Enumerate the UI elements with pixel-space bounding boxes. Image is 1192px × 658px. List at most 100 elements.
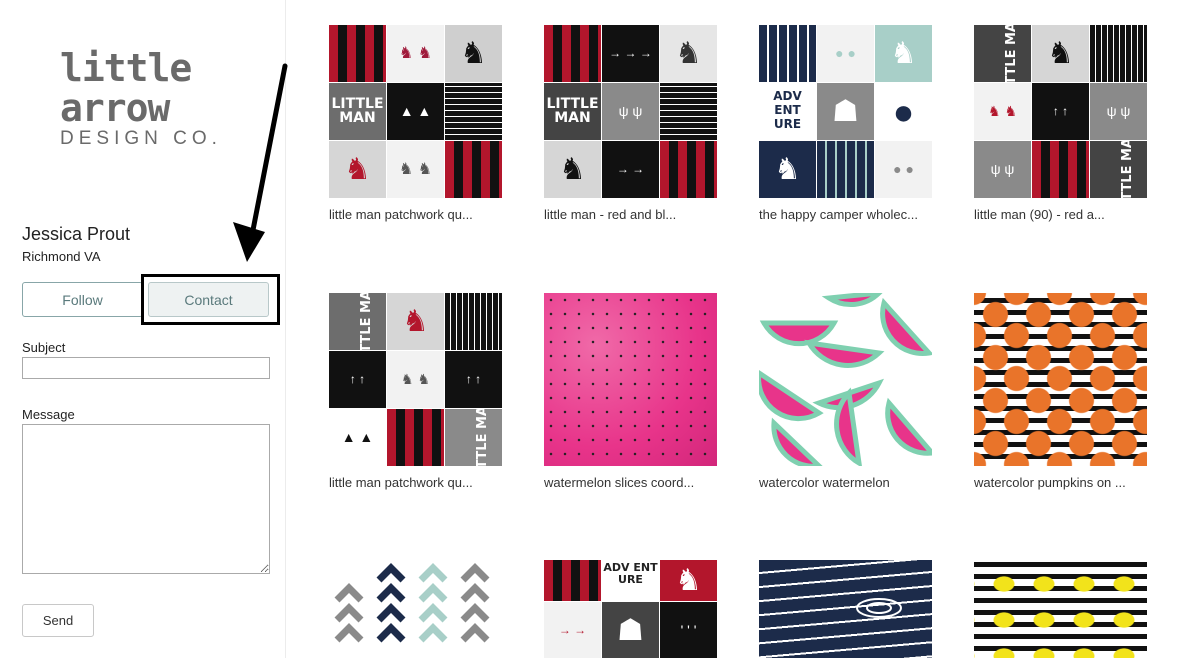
design-card[interactable]: ♞ ♞ ♞ LITTLE MAN ▲ ▲ ♞ ♞ ♞ little man pa… xyxy=(329,25,502,222)
follow-button[interactable]: Follow xyxy=(22,282,143,317)
woodgrain-tile xyxy=(445,83,502,140)
design-card[interactable]: LITTLE MAN ♞ ♞ ♞ ↑ ↑ ψ ψ ψ ψ LITTLE MAN … xyxy=(974,25,1147,222)
little-man-vertical-tile: LITTLE MAN xyxy=(974,25,1031,82)
navy-plaid-tile xyxy=(759,25,816,82)
bear-icon: ● ● xyxy=(893,161,914,177)
profile-sidebar: little arrow DESIGN CO. Jessica Prout Ri… xyxy=(0,0,288,658)
bear-pattern-tile: ● ● xyxy=(817,25,874,82)
antler-icon: ψ ψ xyxy=(990,161,1015,177)
badge-tile: ● xyxy=(875,83,932,140)
little-man-text: LITTLE MAN xyxy=(358,293,374,350)
woodgrain-knot-icon xyxy=(856,598,902,618)
arrow-icon: → → xyxy=(558,623,587,637)
watermelon-slices-icon xyxy=(759,293,932,466)
buffalo-check-tile xyxy=(387,409,444,466)
little-man-tile: LITTLE MAN xyxy=(544,83,601,140)
design-thumbnail[interactable] xyxy=(759,293,932,466)
design-title[interactable]: watermelon slices coord... xyxy=(544,475,717,490)
design-thumbnail[interactable]: → → → ♞ LITTLE MAN ψ ψ ♞ → → xyxy=(544,25,717,198)
annotation-highlight-box xyxy=(141,274,280,325)
logo-main-text: little arrow xyxy=(60,46,192,130)
little-man-vertical-tile: LITTLE MAN xyxy=(445,409,502,466)
page: little arrow DESIGN CO. Jessica Prout Ri… xyxy=(0,0,1192,658)
message-label: Message xyxy=(22,407,75,422)
deer-tile: ♞ xyxy=(1032,25,1089,82)
designer-name: Jessica Prout xyxy=(22,224,131,244)
woodgrain-tile xyxy=(1090,25,1147,82)
moose-icon: ♞ xyxy=(675,564,702,597)
design-card[interactable]: watercolor watermelon xyxy=(759,293,932,490)
design-title[interactable]: little man (90) - red a... xyxy=(974,207,1147,222)
deer-icon: ♞ xyxy=(675,37,702,70)
deer-tile: ♞ xyxy=(544,141,601,198)
design-title[interactable]: the happy camper wholec... xyxy=(759,207,932,222)
adventure-text: ADV ENT URE xyxy=(773,89,802,131)
buffalo-check-tile xyxy=(1032,141,1089,198)
designer-location: Richmond VA xyxy=(22,249,101,264)
design-card[interactable]: ADV ENT URE ♞ → → ☗ ' ' ' xyxy=(544,560,717,658)
arrow-icon: ↑ ↑ xyxy=(465,372,482,386)
design-card[interactable]: LITTLE MAN ♞ ↑ ↑ ♞ ♞ ↑ ↑ ▲ ▲ LITTLE MAN … xyxy=(329,293,502,490)
design-thumbnail[interactable]: LITTLE MAN ♞ ↑ ↑ ♞ ♞ ↑ ↑ ▲ ▲ LITTLE MAN xyxy=(329,293,502,466)
design-thumbnail[interactable]: ● ● ♞ ADV ENT URE ☗ ● ♞ ● ● xyxy=(759,25,932,198)
seed-pattern xyxy=(544,293,717,466)
design-card[interactable]: → → → ♞ LITTLE MAN ψ ψ ♞ → → little man … xyxy=(544,25,717,222)
design-card[interactable]: watercolor pumpkins on ... xyxy=(974,293,1147,490)
little-man-text: LITTLE MAN xyxy=(1003,25,1019,82)
design-thumbnail[interactable] xyxy=(759,560,932,658)
design-title[interactable]: little man patchwork qu... xyxy=(329,207,502,222)
design-title[interactable]: watercolor watermelon xyxy=(759,475,932,490)
arrow-pattern-tile: → → xyxy=(602,141,659,198)
moose-icon: ♞ ♞ xyxy=(988,103,1017,119)
design-thumbnail[interactable]: LITTLE MAN ♞ ♞ ♞ ↑ ↑ ψ ψ ψ ψ LITTLE MAN xyxy=(974,25,1147,198)
feather-arrows-icon xyxy=(334,563,490,643)
tree-pattern-tile: ▲ ▲ xyxy=(387,83,444,140)
design-title[interactable]: watercolor pumpkins on ... xyxy=(974,475,1147,490)
deer-tile: ♞ xyxy=(660,25,717,82)
design-thumbnail[interactable] xyxy=(974,560,1147,658)
design-thumbnail[interactable] xyxy=(329,560,502,658)
design-card[interactable]: ● ● ♞ ADV ENT URE ☗ ● ♞ ● ● the happy ca… xyxy=(759,25,932,222)
design-card[interactable]: watermelon slices coord... xyxy=(544,293,717,490)
design-thumbnail[interactable] xyxy=(544,293,717,466)
deer-icon: ♞ xyxy=(559,153,586,186)
design-title[interactable]: little man patchwork qu... xyxy=(329,475,502,490)
moose-plaid-tile: ♞ xyxy=(387,293,444,350)
antler-tile: ψ ψ xyxy=(602,83,659,140)
bear-pattern-tile: ● ● xyxy=(875,141,932,198)
design-thumbnail[interactable]: ♞ ♞ ♞ LITTLE MAN ▲ ▲ ♞ ♞ ♞ xyxy=(329,25,502,198)
tree-icon: ▲ ▲ xyxy=(399,103,432,119)
moose-icon: ♞ xyxy=(344,153,371,186)
buffalo-check-tile xyxy=(329,25,386,82)
little-man-vertical-tile: LITTLE MAN xyxy=(1090,141,1147,198)
message-textarea[interactable] xyxy=(22,424,270,574)
antler-tile: ψ ψ xyxy=(1090,83,1147,140)
send-button[interactable]: Send xyxy=(22,604,94,637)
moose-pattern-tile: ♞ ♞ xyxy=(387,25,444,82)
design-title[interactable]: little man - red and bl... xyxy=(544,207,717,222)
design-thumbnail[interactable]: ADV ENT URE ♞ → → ☗ ' ' ' xyxy=(544,560,717,658)
design-card[interactable] xyxy=(329,560,502,658)
design-card[interactable] xyxy=(759,560,932,658)
lemon-pattern xyxy=(974,560,1147,658)
moose-icon: ♞ xyxy=(774,153,801,186)
design-thumbnail[interactable] xyxy=(974,293,1147,466)
badge-tile: ' ' ' xyxy=(660,602,717,658)
little-man-tile: LITTLE MAN xyxy=(329,83,386,140)
subject-label: Subject xyxy=(22,340,66,355)
moose-pattern-tile: ♞ ♞ xyxy=(387,351,444,408)
moose-icon: ♞ ♞ xyxy=(401,371,430,387)
little-man-text: LITTLE MAN xyxy=(331,96,384,126)
deer-icon: ♞ xyxy=(1047,37,1074,70)
moose-plaid-tile: ♞ xyxy=(445,25,502,82)
bear-icon: ☗ xyxy=(832,95,859,128)
subject-input[interactable] xyxy=(22,357,270,379)
tree-icon: ▲ ▲ xyxy=(341,429,374,445)
bear-tile: ☗ xyxy=(602,602,659,658)
buffalo-check-tile xyxy=(660,141,717,198)
shop-logo[interactable]: little arrow DESIGN CO. xyxy=(60,48,235,150)
design-card[interactable] xyxy=(974,560,1147,658)
moose-pattern-tile: ♞ ♞ xyxy=(974,83,1031,140)
moose-tile: ♞ xyxy=(660,560,717,601)
antler-icon: ψ ψ xyxy=(618,103,643,119)
